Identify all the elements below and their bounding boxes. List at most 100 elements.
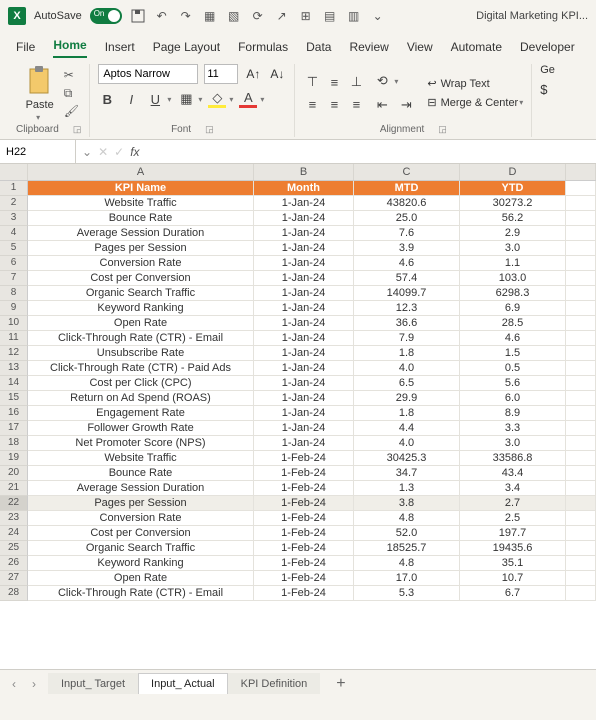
cell[interactable]: 1-Jan-24 [254, 436, 354, 451]
cell[interactable]: 1-Jan-24 [254, 376, 354, 391]
cell[interactable]: Keyword Ranking [28, 556, 254, 571]
cell[interactable]: 36.6 [354, 316, 460, 331]
increase-font-icon[interactable]: A↑ [244, 67, 262, 81]
align-left-icon[interactable]: ≡ [303, 95, 321, 113]
autosave-toggle[interactable]: On [90, 8, 122, 24]
table-row[interactable]: 25Organic Search Traffic1-Feb-2418525.71… [0, 541, 596, 556]
cell[interactable]: 7.6 [354, 226, 460, 241]
table-row[interactable]: 18Net Promoter Score (NPS)1-Jan-244.03.0 [0, 436, 596, 451]
cell[interactable]: 1.5 [460, 346, 566, 361]
orientation-icon[interactable]: ⟲ [373, 72, 391, 90]
column-header[interactable]: B [254, 164, 354, 180]
qat-icon-7[interactable]: ▥ [346, 8, 362, 24]
cell[interactable] [566, 316, 596, 331]
cell[interactable]: 28.5 [460, 316, 566, 331]
cell[interactable]: Open Rate [28, 316, 254, 331]
column-header[interactable]: D [460, 164, 566, 180]
row-header[interactable]: 24 [0, 526, 28, 541]
row-header[interactable]: 23 [0, 511, 28, 526]
cell[interactable]: 33586.8 [460, 451, 566, 466]
ribbon-tab-data[interactable]: Data [306, 40, 331, 58]
cell[interactable]: 1-Feb-24 [254, 481, 354, 496]
cell[interactable]: 5.6 [460, 376, 566, 391]
cell[interactable]: 1.8 [354, 346, 460, 361]
row-header[interactable]: 4 [0, 226, 28, 241]
cell[interactable]: 3.9 [354, 241, 460, 256]
cell[interactable]: 8.9 [460, 406, 566, 421]
column-header[interactable] [0, 164, 28, 180]
row-header[interactable]: 15 [0, 391, 28, 406]
cell[interactable]: 6.9 [460, 301, 566, 316]
paste-button[interactable]: Paste ▾ [20, 63, 60, 124]
decrease-indent-icon[interactable]: ⇤ [373, 96, 391, 114]
cell[interactable] [566, 271, 596, 286]
merge-center-button[interactable]: ⊟Merge & Center▾ [427, 96, 523, 109]
cell[interactable]: 1-Feb-24 [254, 466, 354, 481]
cell[interactable] [566, 301, 596, 316]
cell[interactable]: 19435.6 [460, 541, 566, 556]
namebox-dropdown-icon[interactable]: ⌄ [82, 145, 92, 159]
cell[interactable]: Average Session Duration [28, 481, 254, 496]
cell[interactable]: Follower Growth Rate [28, 421, 254, 436]
ribbon-tab-automate[interactable]: Automate [451, 40, 502, 58]
row-header[interactable]: 9 [0, 301, 28, 316]
ribbon-tab-review[interactable]: Review [349, 40, 388, 58]
cell[interactable]: 1-Feb-24 [254, 526, 354, 541]
save-icon[interactable] [130, 8, 146, 24]
row-header[interactable]: 2 [0, 196, 28, 211]
table-row[interactable]: 28Click-Through Rate (CTR) - Email1-Feb-… [0, 586, 596, 601]
cell[interactable]: Open Rate [28, 571, 254, 586]
cell[interactable]: 1-Feb-24 [254, 586, 354, 601]
cell[interactable]: Website Traffic [28, 196, 254, 211]
row-header[interactable]: 6 [0, 256, 28, 271]
row-header[interactable]: 28 [0, 586, 28, 601]
cell[interactable] [566, 406, 596, 421]
name-box[interactable] [0, 140, 76, 163]
cell[interactable]: 1-Jan-24 [254, 421, 354, 436]
cell[interactable]: 1-Jan-24 [254, 256, 354, 271]
cell[interactable] [566, 421, 596, 436]
cell[interactable] [566, 511, 596, 526]
cell[interactable]: Cost per Conversion [28, 526, 254, 541]
cell[interactable]: 5.3 [354, 586, 460, 601]
chevron-down-icon[interactable]: ▾ [198, 95, 202, 104]
ribbon-tab-formulas[interactable]: Formulas [238, 40, 288, 58]
header-cell[interactable]: YTD [460, 181, 566, 196]
cell[interactable] [566, 526, 596, 541]
fill-color-button[interactable]: ◇ [208, 90, 226, 108]
dialog-launcher-icon[interactable]: ◲ [205, 124, 214, 135]
cell[interactable] [566, 481, 596, 496]
cell[interactable] [566, 376, 596, 391]
cell[interactable]: Conversion Rate [28, 511, 254, 526]
cell[interactable]: Engagement Rate [28, 406, 254, 421]
row-header[interactable]: 13 [0, 361, 28, 376]
cell[interactable] [566, 451, 596, 466]
formula-enter-icon[interactable]: ✓ [114, 145, 124, 159]
cell[interactable]: 1-Jan-24 [254, 286, 354, 301]
cell[interactable]: 1-Jan-24 [254, 316, 354, 331]
cell[interactable]: 29.9 [354, 391, 460, 406]
cell[interactable]: 1-Jan-24 [254, 361, 354, 376]
cell[interactable]: 3.0 [460, 241, 566, 256]
row-header[interactable]: 27 [0, 571, 28, 586]
format-painter-icon[interactable]: 🖌 [64, 104, 78, 118]
cell[interactable]: 3.8 [354, 496, 460, 511]
cell[interactable]: 2.7 [460, 496, 566, 511]
cell[interactable]: 3.3 [460, 421, 566, 436]
row-header[interactable]: 3 [0, 211, 28, 226]
row-header[interactable]: 10 [0, 316, 28, 331]
ribbon-tab-view[interactable]: View [407, 40, 433, 58]
cell[interactable]: 18525.7 [354, 541, 460, 556]
cell[interactable]: 1.8 [354, 406, 460, 421]
formula-input[interactable] [146, 140, 596, 163]
table-row[interactable]: 22Pages per Session1-Feb-243.82.7 [0, 496, 596, 511]
cell[interactable]: 4.4 [354, 421, 460, 436]
chevron-down-icon[interactable]: ▾ [167, 95, 171, 104]
cell[interactable]: Bounce Rate [28, 211, 254, 226]
table-row[interactable]: 20Bounce Rate1-Feb-2434.743.4 [0, 466, 596, 481]
ribbon-tab-insert[interactable]: Insert [105, 40, 135, 58]
sheet-tab[interactable]: Input_ Actual [138, 673, 228, 694]
cell[interactable]: 1-Jan-24 [254, 211, 354, 226]
align-right-icon[interactable]: ≡ [347, 95, 365, 113]
cell[interactable]: 35.1 [460, 556, 566, 571]
